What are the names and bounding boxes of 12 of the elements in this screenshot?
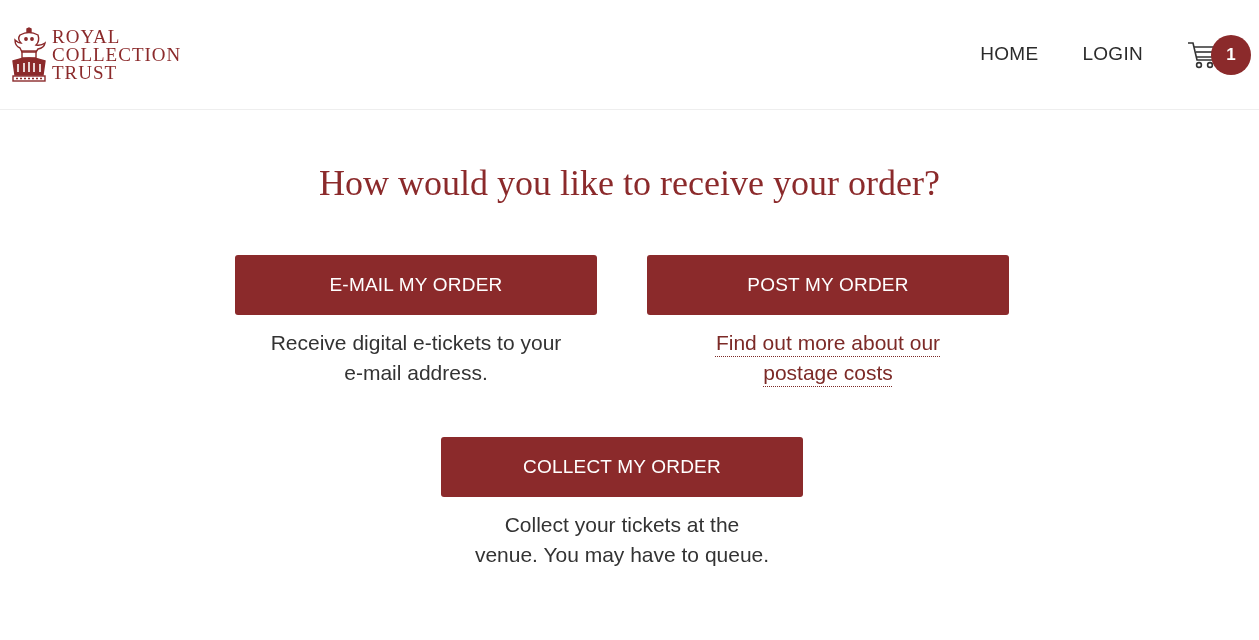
page-heading: How would you like to receive your order? [318, 162, 941, 205]
option-button[interactable]: COLLECT MY ORDER [441, 437, 803, 498]
postage-link[interactable]: Find out more about our postage costs [693, 328, 963, 389]
crest-icon[interactable] [10, 26, 48, 83]
cart-count-badge: 1 [1211, 34, 1251, 75]
option-description: Receive digital e-tickets to your e-mail address. [269, 330, 563, 387]
nav-link[interactable]: HOME [980, 40, 1039, 69]
option-button[interactable]: POST MY ORDER [647, 255, 1009, 316]
nav-link[interactable]: LOGIN [1082, 40, 1143, 69]
logo-wordmark[interactable]: ROYAL COLLECTION TRUST [52, 27, 182, 82]
option-description: Collect your tickets at the venue. You may have to queue. [473, 512, 771, 569]
option-button[interactable]: E-MAIL MY ORDER [235, 255, 597, 316]
